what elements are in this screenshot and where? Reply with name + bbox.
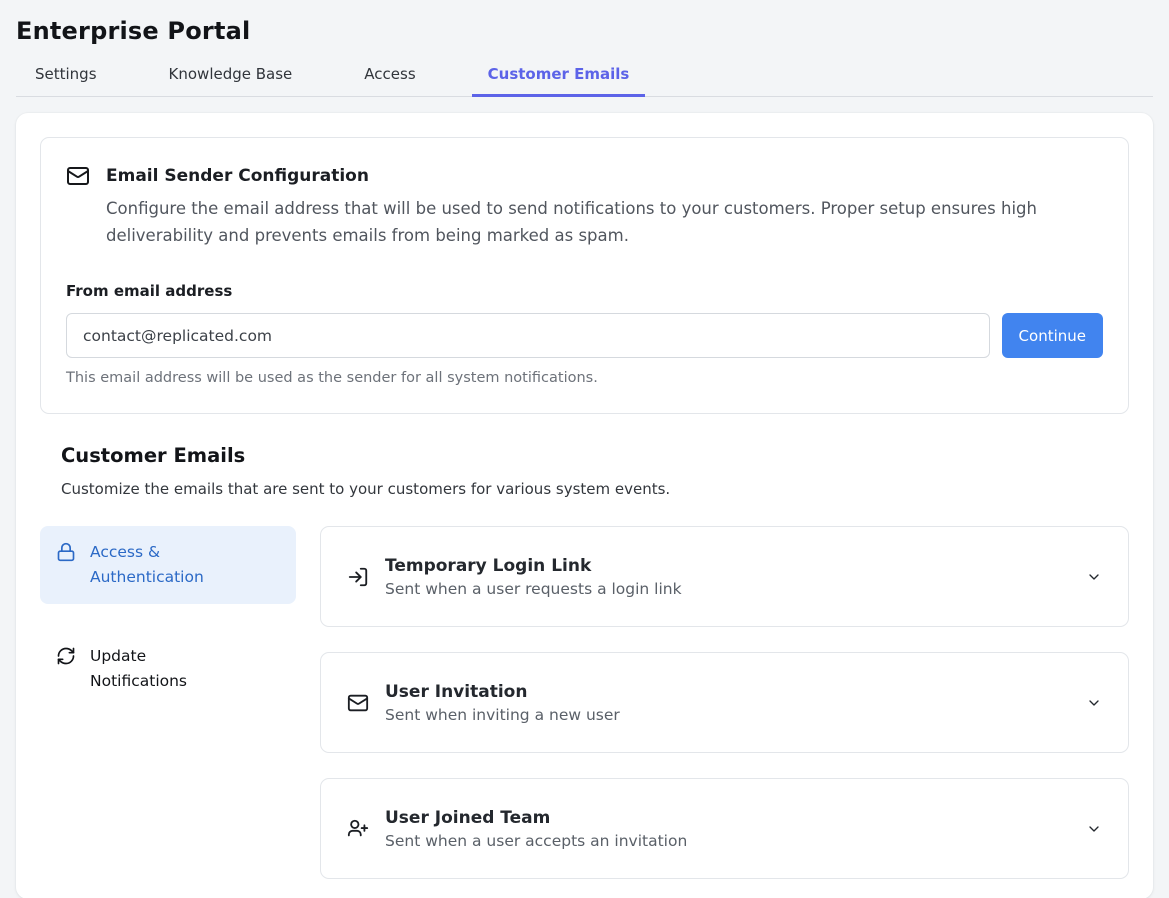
email-row-title: User Invitation [385,682,620,702]
mail-icon [347,692,369,714]
customer-emails-description: Customize the emails that are sent to yo… [61,480,1129,498]
lock-icon [56,542,76,562]
email-row-title: Temporary Login Link [385,556,682,576]
email-row-user-invitation[interactable]: User Invitation Sent when inviting a new… [320,652,1129,753]
from-email-label: From email address [66,282,1103,300]
from-email-helper-text: This email address will be used as the s… [66,370,1103,386]
category-label: Update Notifications [90,644,240,694]
chevron-down-icon[interactable] [1086,695,1102,711]
mail-icon [66,164,90,188]
config-card-description: Configure the email address that will be… [106,195,1086,249]
email-row-title: User Joined Team [385,808,687,828]
page-header: Enterprise Portal Settings Knowledge Bas… [0,0,1169,97]
category-label: Access & Authentication [90,540,240,590]
email-row-subtitle: Sent when inviting a new user [385,706,620,724]
email-template-list: Temporary Login Link Sent when a user re… [320,526,1129,879]
tab-settings[interactable]: Settings [19,65,113,96]
email-sender-configuration-card: Email Sender Configuration Configure the… [40,137,1129,414]
chevron-down-icon[interactable] [1086,821,1102,837]
user-plus-icon [347,818,369,840]
category-update-notifications[interactable]: Update Notifications [40,630,296,708]
tab-knowledge-base[interactable]: Knowledge Base [153,65,309,96]
tab-bar: Settings Knowledge Base Access Customer … [16,65,1153,97]
email-row-subtitle: Sent when a user requests a login link [385,580,682,598]
tab-access[interactable]: Access [348,65,431,96]
category-access-authentication[interactable]: Access & Authentication [40,526,296,604]
refresh-icon [56,646,76,666]
customer-emails-panel: Email Sender Configuration Configure the… [16,113,1153,898]
continue-button[interactable]: Continue [1002,313,1103,358]
email-row-user-joined-team[interactable]: User Joined Team Sent when a user accept… [320,778,1129,879]
tab-customer-emails[interactable]: Customer Emails [472,65,646,96]
email-row-temporary-login-link[interactable]: Temporary Login Link Sent when a user re… [320,526,1129,627]
customer-emails-title: Customer Emails [61,444,1129,467]
email-category-list: Access & Authentication Update Notificat… [40,526,296,879]
page-title: Enterprise Portal [16,17,1153,45]
config-card-title: Email Sender Configuration [106,166,369,186]
email-row-subtitle: Sent when a user accepts an invitation [385,832,687,850]
login-icon [347,566,369,588]
chevron-down-icon[interactable] [1086,569,1102,585]
customer-emails-section-header: Customer Emails Customize the emails tha… [61,444,1129,498]
from-email-input[interactable] [66,313,990,358]
